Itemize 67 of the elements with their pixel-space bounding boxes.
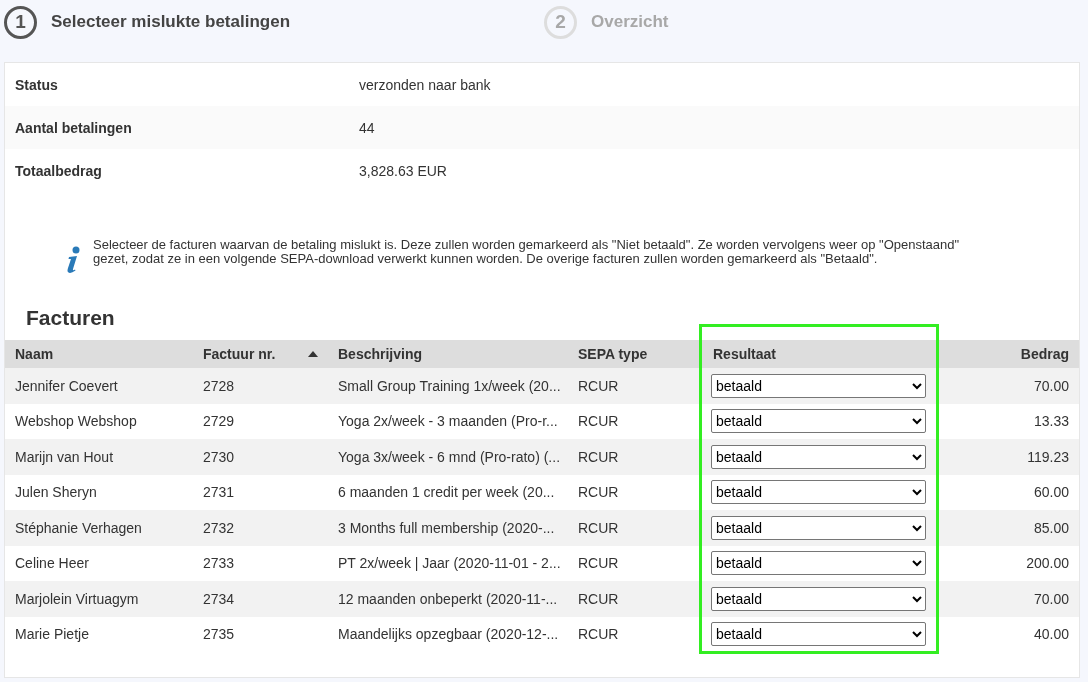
step-number: 1 xyxy=(4,5,37,39)
table-cell-text: 2732 xyxy=(202,519,236,536)
summary-label: Totaalbedrag xyxy=(14,162,103,179)
table-cell-text: RCUR xyxy=(577,626,620,643)
summary-value: 3,828.63 EUR xyxy=(359,162,447,179)
column-header[interactable]: Beschrijving xyxy=(328,346,568,362)
table-cell-text: 60.00 xyxy=(1032,484,1070,501)
table-cell-text: 13.33 xyxy=(1032,413,1070,430)
table-cell-text: RCUR xyxy=(577,519,620,536)
result-select[interactable]: betaald xyxy=(711,586,926,611)
table-cell-text: 70.00 xyxy=(1032,590,1070,607)
result-select[interactable]: betaald xyxy=(711,622,926,647)
table-cell-text: Jennifer Coevert xyxy=(14,377,119,394)
table-cell-text: Marijn van Hout xyxy=(14,448,115,465)
table-cell-text: 3 Months full membership (2020-... xyxy=(337,519,556,536)
column-header[interactable]: SEPA type xyxy=(568,346,703,362)
step-number: 2 xyxy=(544,5,577,39)
table-cell-text: PT 2x/week | Jaar (2020-11-01 - 2... xyxy=(337,555,562,572)
summary-label: Aantal betalingen xyxy=(14,119,133,136)
table-cell-text: 40.00 xyxy=(1032,626,1070,643)
table-cell-text: 2731 xyxy=(202,484,236,501)
table-cell-text: 119.23 xyxy=(1026,448,1070,465)
table-cell-text: Celine Heer xyxy=(14,555,90,572)
result-select[interactable]: betaald xyxy=(711,551,926,576)
step-label: Overzicht xyxy=(591,12,669,32)
table-cell-text: Yoga 3x/week - 6 mnd (Pro-rato) (... xyxy=(337,448,562,465)
table-cell-text: RCUR xyxy=(577,484,620,501)
table-cell-text: 2733 xyxy=(202,555,236,572)
table-cell-text: RCUR xyxy=(577,377,620,394)
table-cell-text: 2734 xyxy=(202,590,236,607)
table-cell-text: Marie Pietje xyxy=(14,626,90,643)
section-title: Facturen xyxy=(26,306,116,330)
step-label: Selecteer mislukte betalingen xyxy=(51,12,291,32)
table-cell-text: Stéphanie Verhagen xyxy=(14,519,143,536)
column-header[interactable]: Factuur nr. xyxy=(193,346,328,362)
table-cell-text: Marjolein Virtuagym xyxy=(14,590,140,607)
result-select[interactable]: betaald xyxy=(711,515,926,540)
table-cell-text: 70.00 xyxy=(1032,377,1070,394)
table-cell-text: RCUR xyxy=(577,413,620,430)
table-cell-text: 2730 xyxy=(202,448,236,465)
table-cell-text: Julen Sheryn xyxy=(14,484,98,501)
summary-label: Status xyxy=(14,76,59,93)
table-cell-text: RCUR xyxy=(577,555,620,572)
summary-value: verzonden naar bank xyxy=(359,76,491,93)
column-header[interactable]: Naam xyxy=(5,346,193,362)
table-cell-text: 200.00 xyxy=(1025,555,1070,572)
info-text: Selecteer de facturen waarvan de betaling mislukt is. Deze zullen worden gemarkeerd als "Niet betaald". Ze worden vervolgens weer op "Openstaand" gezet, zodat ze in een volgende SEPA-download verwerkt kunnen worden. De overige facturen zullen worden gemarkeerd als "Betaald". xyxy=(93,238,961,266)
sort-arrow-icon xyxy=(308,351,318,357)
table-cell-text: 85.00 xyxy=(1032,519,1070,536)
table-cell-text: 2735 xyxy=(202,626,236,643)
result-select[interactable]: betaald xyxy=(711,444,926,469)
summary-value: 44 xyxy=(359,119,375,136)
column-header[interactable]: Bedrag xyxy=(935,346,1079,362)
result-select[interactable]: betaald xyxy=(711,480,926,505)
table-cell-text: 2728 xyxy=(202,377,236,394)
table-cell-text: Small Group Training 1x/week (20... xyxy=(337,377,562,394)
table-cell-text: RCUR xyxy=(577,448,620,465)
table-cell-text: 2729 xyxy=(202,413,236,430)
table-cell-text: Yoga 2x/week - 3 maanden (Pro-r... xyxy=(337,413,559,430)
table-cell-text: 12 maanden onbeperkt (2020-11-... xyxy=(337,590,559,607)
table-cell-text: Maandelijks opzegbaar (2020-12-... xyxy=(337,626,560,643)
result-select[interactable]: betaald xyxy=(711,409,926,434)
result-select[interactable]: betaald xyxy=(711,373,926,398)
table-cell-text: RCUR xyxy=(577,590,620,607)
table-cell-text: 6 maanden 1 credit per week (20... xyxy=(337,484,556,501)
column-header[interactable]: Resultaat xyxy=(703,346,935,362)
table-cell-text: Webshop Webshop xyxy=(14,413,138,430)
